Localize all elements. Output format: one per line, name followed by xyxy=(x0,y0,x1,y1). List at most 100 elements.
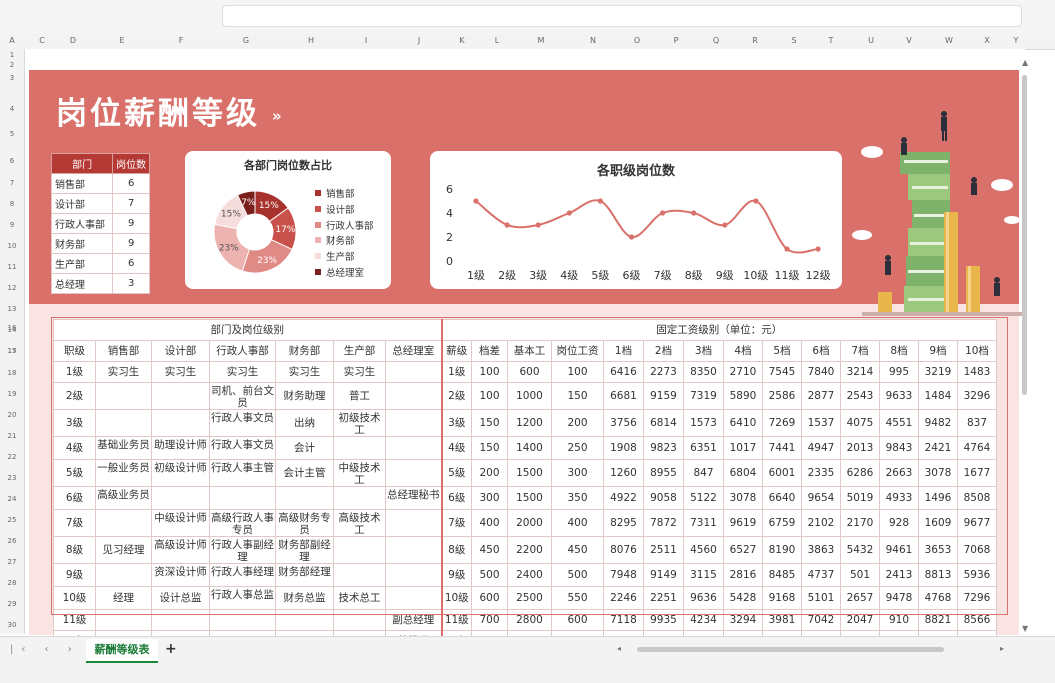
table-cell[interactable]: 6416 xyxy=(603,361,644,383)
table-cell[interactable]: 高级技术工 xyxy=(333,509,386,537)
column-header-s[interactable]: S xyxy=(791,36,796,45)
table-cell[interactable]: 普工 xyxy=(333,382,386,410)
table-cell[interactable]: 1483 xyxy=(957,361,997,383)
table-cell[interactable]: 行政人事主管 xyxy=(209,459,276,487)
column-header-f[interactable]: F xyxy=(179,36,184,45)
table-cell[interactable]: 700 xyxy=(471,609,508,631)
table-cell[interactable]: 财务总监 xyxy=(275,586,334,610)
row-header-4[interactable]: 4 xyxy=(0,105,24,113)
table-cell[interactable]: 1484 xyxy=(918,382,958,410)
table-cell[interactable]: 1000 xyxy=(507,382,552,410)
column-header-h[interactable]: H xyxy=(308,36,314,45)
line-point[interactable] xyxy=(535,222,541,228)
row-header-28[interactable]: 28 xyxy=(0,579,24,587)
table-cell[interactable]: 2335 xyxy=(801,459,841,487)
table-cell[interactable]: 11级 xyxy=(53,609,96,631)
table-cell[interactable]: 1200 xyxy=(507,409,552,437)
table-cell[interactable]: 2246 xyxy=(603,586,644,610)
row-header-12[interactable]: 12 xyxy=(0,284,24,292)
table-cell[interactable]: 财务部副经理 xyxy=(275,536,334,564)
table-cell[interactable]: 2663 xyxy=(879,459,919,487)
horizontal-scrollbar[interactable] xyxy=(637,647,944,652)
table-cell[interactable]: 出纳 xyxy=(275,409,334,437)
table-cell[interactable]: 9168 xyxy=(762,586,802,610)
table-cell[interactable]: 9149 xyxy=(643,563,684,587)
table-cell[interactable]: 150 xyxy=(551,382,604,410)
table-cell[interactable]: 高级财务专员 xyxy=(275,509,334,537)
table-cell[interactable]: 2000 xyxy=(507,509,552,537)
table-cell[interactable]: 2级 xyxy=(53,382,96,410)
table-cell[interactable] xyxy=(385,382,442,410)
table-header-cell[interactable]: 基本工 xyxy=(507,340,552,362)
table-cell[interactable]: 8076 xyxy=(603,536,644,564)
table-cell[interactable] xyxy=(151,409,210,437)
table-cell[interactable] xyxy=(333,436,386,460)
table-cell[interactable] xyxy=(385,409,442,437)
table-header-cell[interactable]: 2档 xyxy=(643,340,684,362)
sheet-tab-active[interactable]: 薪酬等级表 xyxy=(86,639,158,663)
table-cell[interactable]: 7068 xyxy=(957,536,997,564)
row-header-21[interactable]: 21 xyxy=(0,432,24,440)
column-header-d[interactable]: D xyxy=(70,36,76,45)
dept-count-cell[interactable]: 9 xyxy=(112,213,150,234)
table-header-cell[interactable]: 销售部 xyxy=(95,340,152,362)
table-cell[interactable] xyxy=(151,486,210,510)
table-cell[interactable]: 7441 xyxy=(762,436,802,460)
column-header-r[interactable]: R xyxy=(752,36,758,45)
row-header-27[interactable]: 27 xyxy=(0,558,24,566)
table-cell[interactable]: 9级 xyxy=(440,563,472,587)
table-cell[interactable]: 1017 xyxy=(723,436,763,460)
column-header-w[interactable]: W xyxy=(945,36,953,45)
row-header-3[interactable]: 3 xyxy=(0,74,24,82)
table-cell[interactable]: 3219 xyxy=(918,361,958,383)
table-cell[interactable]: 7296 xyxy=(957,586,997,610)
table-cell[interactable]: 设计总监 xyxy=(151,586,210,610)
column-header-i[interactable]: I xyxy=(365,36,367,45)
table-header-cell[interactable]: 1档 xyxy=(603,340,644,362)
table-cell[interactable]: 7319 xyxy=(683,382,724,410)
table-cell[interactable]: 9633 xyxy=(879,382,919,410)
table-cell[interactable]: 1500 xyxy=(507,486,552,510)
line-point[interactable] xyxy=(473,198,479,204)
table-header-cell[interactable]: 8档 xyxy=(879,340,919,362)
table-cell[interactable]: 初级设计师 xyxy=(151,459,210,487)
table-cell[interactable]: 4764 xyxy=(957,436,997,460)
table-cell[interactable]: 6级 xyxy=(53,486,96,510)
column-header-x[interactable]: X xyxy=(984,36,989,45)
table-cell[interactable]: 7840 xyxy=(801,361,841,383)
table-cell[interactable]: 300 xyxy=(471,486,508,510)
table-cell[interactable]: 4075 xyxy=(840,409,880,437)
table-cell[interactable]: 7545 xyxy=(762,361,802,383)
column-header-k[interactable]: K xyxy=(459,36,464,45)
line-point[interactable] xyxy=(597,198,603,204)
line-point[interactable] xyxy=(815,246,821,252)
table-cell[interactable]: 550 xyxy=(551,586,604,610)
table-cell[interactable]: 10级 xyxy=(53,586,96,610)
table-cell[interactable] xyxy=(95,609,152,631)
table-cell[interactable]: 2710 xyxy=(723,361,763,383)
table-cell[interactable]: 837 xyxy=(957,409,997,437)
column-header-e[interactable]: E xyxy=(119,36,124,45)
table-cell[interactable]: 8813 xyxy=(918,563,958,587)
table-cell[interactable]: 3078 xyxy=(918,459,958,487)
row-header-16[interactable]: 16 xyxy=(0,324,24,332)
vertical-scrollbar[interactable] xyxy=(1022,75,1027,395)
table-cell[interactable]: 3756 xyxy=(603,409,644,437)
table-cell[interactable]: 11级 xyxy=(440,609,472,631)
table-cell[interactable]: 高级行政人事专员 xyxy=(209,509,276,537)
table-header-cell[interactable]: 档差 xyxy=(471,340,508,362)
dept-name-cell[interactable]: 设计部 xyxy=(50,193,114,214)
line-point[interactable] xyxy=(566,210,572,216)
table-cell[interactable]: 450 xyxy=(551,536,604,564)
table-cell[interactable]: 资深设计师 xyxy=(151,563,210,587)
table-cell[interactable]: 2251 xyxy=(643,586,684,610)
table-cell[interactable]: 2400 xyxy=(507,563,552,587)
table-cell[interactable]: 8821 xyxy=(918,609,958,631)
table-cell[interactable]: 3115 xyxy=(683,563,724,587)
row-header-24[interactable]: 24 xyxy=(0,495,24,503)
table-cell[interactable]: 7311 xyxy=(683,509,724,537)
line-series[interactable] xyxy=(475,199,819,254)
table-cell[interactable]: 行政人事副经理 xyxy=(209,536,276,564)
dept-count-cell[interactable]: 7 xyxy=(112,193,150,214)
table-cell[interactable]: 6351 xyxy=(683,436,724,460)
